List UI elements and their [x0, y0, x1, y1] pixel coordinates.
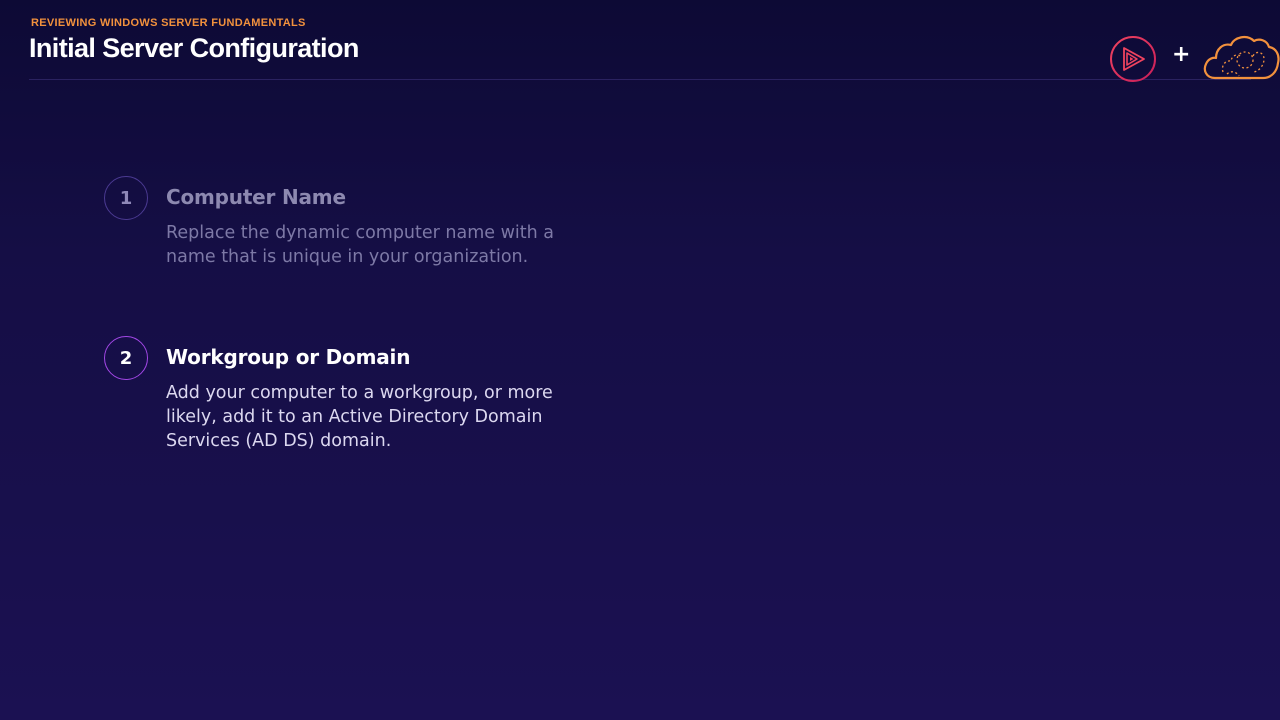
config-step-list: 1 Computer Name Replace the dynamic comp…	[104, 176, 624, 451]
step-number-badge: 1	[104, 176, 148, 220]
play-logo-icon	[1110, 36, 1156, 82]
step-number-badge: 2	[104, 336, 148, 380]
step-computer-name: 1 Computer Name Replace the dynamic comp…	[104, 176, 624, 276]
step-title: Workgroup or Domain	[166, 345, 411, 369]
slide-eyebrow: REVIEWING WINDOWS SERVER FUNDAMENTALS	[31, 17, 306, 29]
step-description: Add your computer to a workgroup, or mor…	[166, 383, 553, 451]
brand-logos: +	[1109, 34, 1280, 84]
step-title: Computer Name	[166, 185, 346, 209]
step-workgroup-or-domain: 2 Workgroup or Domain Add your computer …	[104, 336, 624, 451]
step-description: Replace the dynamic computer name with a…	[166, 223, 555, 267]
slide-title: Initial Server Configuration	[29, 33, 359, 63]
slide-header: REVIEWING WINDOWS SERVER FUNDAMENTALS In…	[29, 14, 1280, 82]
plus-sign: +	[1172, 42, 1191, 67]
cloud-logo-icon	[1203, 35, 1280, 80]
